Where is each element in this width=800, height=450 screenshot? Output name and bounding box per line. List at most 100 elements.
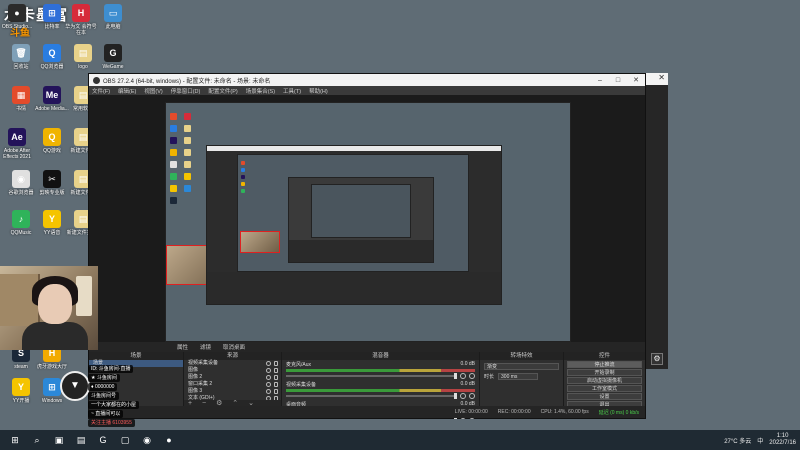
nested-icon-column [241, 161, 245, 196]
preview-icon-column [184, 113, 191, 197]
source-item[interactable]: 图像 3 [184, 388, 281, 395]
desktop-icon-label: OBS Studio... [1, 24, 33, 30]
channel-name-row: 麦克风/Aux 0.0 dB [286, 361, 475, 368]
app-icon: Y [12, 378, 30, 396]
source-item[interactable]: 图像 2 [184, 374, 281, 381]
status-bar: LIVE: 00:00:00 REC: 00:00:00 CPU: 1.4%, … [89, 406, 645, 418]
control-button[interactable]: 启动虚拟摄像机 [567, 377, 642, 384]
visibility-eye-icon[interactable] [266, 368, 271, 373]
desktop-icon[interactable]: G WeGame [96, 44, 130, 70]
duration-label: 时长 [484, 374, 495, 380]
filters-button[interactable]: 滤镜 [200, 343, 211, 351]
desktop-icon[interactable]: ✂ 剪映专业版 [35, 170, 69, 196]
minimize-button[interactable]: – [591, 77, 609, 84]
start-icon[interactable]: ⊞ [8, 433, 22, 447]
taskbar-app-icon[interactable]: ▤ [74, 433, 88, 447]
deep-panel [289, 240, 433, 262]
close-button[interactable]: ✕ [627, 76, 645, 84]
channel-name: 视频采集设备 [286, 382, 317, 388]
gear-icon[interactable] [469, 393, 475, 399]
chat-line: ID: 斗鱼房间·直播 [88, 365, 134, 373]
input-language[interactable]: 中 [757, 436, 763, 445]
clock[interactable]: 1:10 2022/7/16 [769, 433, 796, 447]
control-button[interactable]: 开始录制 [567, 369, 642, 376]
preview-canvas[interactable] [89, 95, 645, 342]
control-button[interactable]: 工作室模式 [567, 385, 642, 392]
system-tray: 27°C 多云 中 1:10 2022/7/16 [718, 430, 796, 450]
cancel-desktop-button[interactable]: 取消桌面 [223, 343, 245, 351]
maximize-button[interactable]: □ [609, 77, 627, 84]
mixer-channel: 视频采集设备 0.0 dB [282, 380, 479, 400]
taskbar-icons: ⊞ ⌕ ▣ ▤ G ▢ ◉ ● [0, 433, 176, 447]
desktop-icon[interactable]: Q QQ浏览器 [35, 44, 69, 70]
controls-dock: 控件 停止推流 开始录制 启动虚拟摄像机 工作室模式 设置 退出 [564, 352, 645, 408]
taskbar-app-icon[interactable]: ▣ [52, 433, 66, 447]
taskbar-app-icon[interactable]: ▢ [118, 433, 132, 447]
desktop-icon[interactable]: ▭ 此电脑 [96, 4, 130, 30]
volume-slider[interactable] [286, 393, 457, 399]
chat-line: ★ 斗鱼房间 [88, 374, 120, 382]
desktop-icon[interactable]: 🗑 回收站 [4, 44, 38, 70]
lock-icon[interactable] [274, 375, 278, 380]
desktop-icon[interactable]: Ae Adobe After Effects 2021 [0, 128, 34, 160]
desktop-icon[interactable]: Q QQ游戏 [35, 128, 69, 154]
lock-icon[interactable] [274, 382, 278, 387]
desktop-icon[interactable]: Me Adobe Media... [35, 86, 69, 112]
controls-list: 停止推流 开始录制 启动虚拟摄像机 工作室模式 设置 退出 [564, 361, 645, 408]
speaker-icon[interactable] [460, 373, 466, 379]
source-item[interactable]: 窗口采集 2 [184, 381, 281, 388]
gear-icon[interactable] [469, 373, 475, 379]
speaker-icon[interactable] [460, 393, 466, 399]
menu-item[interactable]: 停靠窗口(D) [171, 87, 201, 95]
menu-item[interactable]: 文件(F) [92, 87, 110, 95]
transition-select[interactable]: 渐变 [484, 363, 559, 370]
menu-item[interactable]: 工具(T) [283, 87, 301, 95]
volume-slider[interactable] [286, 373, 457, 379]
lock-icon[interactable] [274, 389, 278, 394]
duration-input[interactable]: 300 ms [498, 373, 539, 380]
desktop-icon-label: 比特率 [44, 24, 60, 30]
source-label: 图像 [188, 367, 199, 373]
lock-icon[interactable] [274, 361, 278, 366]
volume-meter [286, 389, 475, 392]
close-icon[interactable]: ✕ [646, 73, 668, 85]
rec-status: REC: 00:00:00 [497, 409, 531, 415]
menu-item[interactable]: 帮助(H) [309, 87, 328, 95]
desktop-icon-label: 此电脑 [105, 24, 121, 30]
properties-button[interactable]: 属性 [177, 343, 188, 351]
settings-gear-icon[interactable]: ⚙ [651, 353, 663, 365]
taskbar-app-icon[interactable]: ● [162, 433, 176, 447]
chat-line: ~ 直播间可以 [88, 410, 124, 418]
visibility-eye-icon[interactable] [266, 375, 271, 380]
weather-text[interactable]: 27°C 多云 [724, 436, 751, 445]
desktop-icon[interactable]: Y YY开播 [4, 378, 38, 404]
lock-icon[interactable] [274, 368, 278, 373]
desktop-icon[interactable]: ▦ 书情 [4, 86, 38, 112]
visibility-eye-icon[interactable] [266, 389, 271, 394]
desktop-icon[interactable]: ◉ 谷歌浏览器 [4, 170, 38, 196]
search-icon[interactable]: ⌕ [30, 433, 44, 447]
visibility-eye-icon[interactable] [266, 382, 271, 387]
menu-item[interactable]: 配置文件(P) [208, 87, 237, 95]
taskbar-app-icon[interactable]: ◉ [140, 433, 154, 447]
app-icon: Y [43, 210, 61, 228]
source-item[interactable]: 视频采集设备 [184, 360, 281, 367]
controls-header: 控件 [564, 352, 645, 360]
desktop-icon[interactable]: ▤ logo [66, 44, 100, 70]
control-button[interactable]: 停止推流 [567, 361, 642, 368]
menu-item[interactable]: 视图(V) [144, 87, 162, 95]
taskbar-app-icon[interactable]: G [96, 433, 110, 447]
desktop-icon[interactable]: H 华为文 会符号在本 [64, 4, 98, 36]
desktop-icon-label: QQMusic [10, 230, 32, 236]
desktop-icon[interactable]: Y YY语音 [35, 210, 69, 236]
menu-item[interactable]: 编辑(E) [118, 87, 136, 95]
control-button[interactable]: 设置 [567, 393, 642, 400]
desktop-icon[interactable]: ● OBS Studio... [0, 4, 34, 30]
menu-item[interactable]: 场景集合(S) [246, 87, 275, 95]
visibility-eye-icon[interactable] [266, 361, 271, 366]
desktop-icon[interactable]: ♪ QQMusic [4, 210, 38, 236]
preview-deep-nest [288, 177, 434, 263]
desktop-icon-label: 谷歌浏览器 [8, 190, 34, 196]
streamer-avatar: ▼ [60, 371, 90, 401]
source-item[interactable]: 图像 [184, 367, 281, 374]
